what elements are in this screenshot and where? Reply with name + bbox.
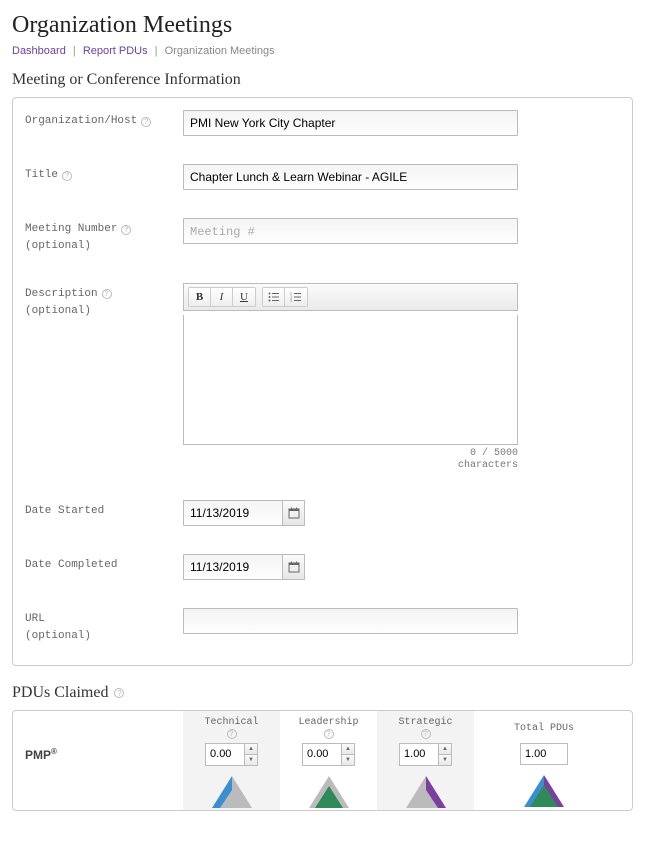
pdu-col-leadership: Leadership ? ▲ ▼ bbox=[280, 711, 377, 810]
pdus-panel: PMP® Technical ? ▲ ▼ bbox=[12, 710, 633, 811]
pdu-head-total: Total PDUs bbox=[514, 723, 574, 734]
strategic-pdu-input[interactable] bbox=[400, 744, 438, 765]
pdu-col-technical: Technical ? ▲ ▼ bbox=[183, 711, 280, 810]
spinner-up-icon[interactable]: ▲ bbox=[439, 744, 451, 755]
label-optional: (optional) bbox=[25, 304, 183, 319]
technical-pdu-input[interactable] bbox=[206, 744, 244, 765]
section-title-meeting-info: Meeting or Conference Information bbox=[12, 71, 633, 89]
spinner-down-icon[interactable]: ▼ bbox=[342, 755, 354, 765]
numbered-list-button[interactable]: 123 bbox=[285, 288, 307, 306]
spinner-up-icon[interactable]: ▲ bbox=[245, 744, 257, 755]
help-icon[interactable]: ? bbox=[102, 289, 112, 299]
url-input[interactable] bbox=[183, 608, 518, 634]
italic-button[interactable]: I bbox=[211, 288, 233, 306]
pdu-row-label: PMP® bbox=[25, 711, 183, 762]
spinner-down-icon[interactable]: ▼ bbox=[245, 755, 257, 765]
pdu-head-strategic: Strategic bbox=[398, 717, 452, 728]
pdu-col-strategic: Strategic ? ▲ ▼ bbox=[377, 711, 474, 810]
label-title: Title bbox=[25, 168, 58, 183]
label-description: Description bbox=[25, 287, 98, 302]
total-pdu-value bbox=[520, 743, 568, 765]
help-icon[interactable]: ? bbox=[324, 729, 334, 739]
bullet-list-button[interactable] bbox=[263, 288, 285, 306]
pdu-head-technical: Technical bbox=[204, 717, 258, 728]
talent-triangle-technical-icon bbox=[210, 774, 254, 810]
help-icon[interactable]: ? bbox=[121, 225, 131, 235]
spinner-down-icon[interactable]: ▼ bbox=[439, 755, 451, 765]
rte-toolbar: B I U 123 bbox=[183, 283, 518, 311]
pdu-head-leadership: Leadership bbox=[298, 717, 358, 728]
breadcrumb: Dashboard | Report PDUs | Organization M… bbox=[12, 45, 633, 57]
label-date-completed: Date Completed bbox=[25, 558, 117, 573]
date-started-picker-button[interactable] bbox=[283, 500, 305, 526]
calendar-icon bbox=[288, 561, 300, 573]
breadcrumb-report-pdus[interactable]: Report PDUs bbox=[83, 45, 148, 57]
talent-triangle-full-icon bbox=[522, 773, 566, 809]
description-textarea[interactable] bbox=[183, 315, 518, 445]
meeting-number-input[interactable] bbox=[183, 218, 518, 244]
meeting-info-panel: Organization/Host ? Title ? Meeting Numb… bbox=[12, 97, 633, 666]
label-optional: (optional) bbox=[25, 629, 183, 644]
help-icon[interactable]: ? bbox=[421, 729, 431, 739]
org-host-input[interactable] bbox=[183, 110, 518, 136]
label-meeting-number: Meeting Number bbox=[25, 222, 117, 237]
talent-triangle-leadership-icon bbox=[307, 774, 351, 810]
breadcrumb-sep: | bbox=[73, 45, 76, 57]
date-completed-input[interactable] bbox=[183, 554, 283, 580]
calendar-icon bbox=[288, 507, 300, 519]
breadcrumb-sep: | bbox=[155, 45, 158, 57]
label-optional: (optional) bbox=[25, 239, 183, 254]
help-icon[interactable]: ? bbox=[62, 171, 72, 181]
page-title: Organization Meetings bbox=[12, 12, 633, 39]
char-counter: 0 / 5000 characters bbox=[183, 448, 518, 472]
talent-triangle-strategic-icon bbox=[404, 774, 448, 810]
spinner-up-icon[interactable]: ▲ bbox=[342, 744, 354, 755]
leadership-pdu-input[interactable] bbox=[303, 744, 341, 765]
date-started-input[interactable] bbox=[183, 500, 283, 526]
breadcrumb-current: Organization Meetings bbox=[165, 45, 275, 57]
help-icon[interactable]: ? bbox=[141, 117, 151, 127]
section-title-pdus: PDUs Claimed bbox=[12, 684, 108, 702]
title-input[interactable] bbox=[183, 164, 518, 190]
help-icon[interactable]: ? bbox=[114, 688, 124, 698]
date-completed-picker-button[interactable] bbox=[283, 554, 305, 580]
label-org-host: Organization/Host bbox=[25, 114, 137, 129]
help-icon[interactable]: ? bbox=[227, 729, 237, 739]
svg-text:3: 3 bbox=[290, 298, 292, 302]
underline-button[interactable]: U bbox=[233, 288, 255, 306]
pdu-col-total: Total PDUs bbox=[474, 711, 614, 810]
bold-button[interactable]: B bbox=[189, 288, 211, 306]
label-date-started: Date Started bbox=[25, 504, 104, 519]
label-url: URL bbox=[25, 612, 45, 627]
breadcrumb-dashboard[interactable]: Dashboard bbox=[12, 45, 66, 57]
